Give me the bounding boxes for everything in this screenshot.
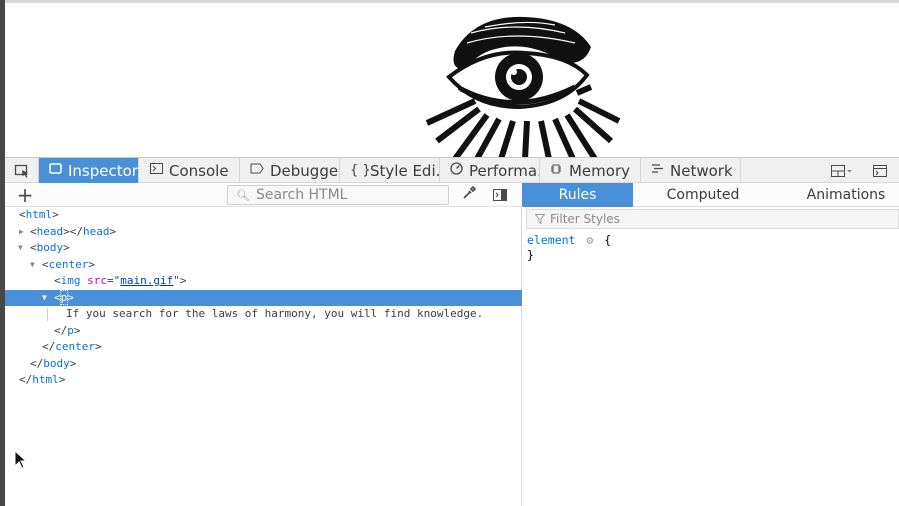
expand-arrow-icon[interactable]: ▶ bbox=[19, 224, 24, 241]
tab-debugger[interactable]: Debugger bbox=[240, 158, 340, 183]
tag-name: img bbox=[60, 274, 81, 287]
node-p-selected[interactable]: ▼ <p> bbox=[5, 289, 522, 307]
node-text[interactable]: If you search for the laws of harmony, y… bbox=[5, 306, 522, 323]
filter-icon bbox=[535, 214, 545, 224]
plus-icon: + bbox=[16, 183, 34, 207]
tab-label: Memory bbox=[568, 161, 630, 180]
page-viewport bbox=[5, 3, 899, 157]
sidebar-tabs: Rules Computed Animations bbox=[522, 183, 899, 207]
inspector-box-icon bbox=[49, 163, 62, 178]
node-p-close[interactable]: </p> bbox=[5, 323, 522, 340]
tab-label: Network bbox=[670, 161, 733, 180]
tab-animations[interactable]: Animations bbox=[773, 183, 899, 207]
tab-label: Debugger bbox=[270, 161, 340, 180]
filter-placeholder: Filter Styles bbox=[550, 212, 620, 226]
filter-styles-input[interactable]: Filter Styles bbox=[526, 209, 899, 229]
tab-computed[interactable]: Computed bbox=[633, 183, 773, 207]
braces-icon: { } bbox=[350, 163, 371, 178]
tag-name: p bbox=[67, 323, 74, 337]
node-img[interactable]: <img src="main.gif"> bbox=[5, 273, 522, 290]
rule-open-brace: { bbox=[604, 233, 612, 247]
layout-icon bbox=[831, 164, 852, 177]
tab-console[interactable]: Console bbox=[139, 158, 240, 183]
node-center-close[interactable]: </center> bbox=[5, 339, 522, 356]
toggle-sidebar-button[interactable] bbox=[493, 186, 511, 204]
collapse-arrow-icon[interactable]: ▼ bbox=[42, 290, 47, 307]
collapse-arrow-icon[interactable]: ▼ bbox=[30, 257, 35, 274]
mouse-cursor-icon bbox=[14, 450, 28, 469]
search-icon: 🔍︎ bbox=[236, 188, 250, 202]
tag-name: center bbox=[48, 257, 89, 271]
debugger-icon bbox=[250, 163, 264, 178]
tab-memory[interactable]: Memory bbox=[540, 158, 641, 183]
node-html[interactable]: <html> bbox=[5, 207, 522, 224]
all-seeing-eye-image bbox=[425, 16, 621, 157]
dock-options-button[interactable] bbox=[823, 158, 861, 183]
performance-gauge-icon bbox=[450, 162, 463, 179]
markup-panel: + 🔍︎ Search HTML <html> ▶ <head></head> … bbox=[5, 183, 522, 506]
memory-chip-icon bbox=[550, 163, 563, 179]
node-body[interactable]: ▼ <body> bbox=[5, 240, 522, 257]
gear-icon[interactable]: ⚙ bbox=[586, 233, 593, 247]
tab-inspector[interactable]: Inspector bbox=[39, 158, 139, 183]
tab-style-editor[interactable]: { } Style Edi... bbox=[340, 158, 440, 183]
tab-rules[interactable]: Rules bbox=[522, 183, 633, 207]
collapse-arrow-icon[interactable]: ▼ bbox=[18, 240, 23, 257]
indent-guide bbox=[47, 308, 48, 321]
tag-name: head bbox=[83, 224, 110, 238]
split-console-button[interactable] bbox=[861, 158, 899, 183]
node-body-close[interactable]: </body> bbox=[5, 356, 522, 373]
rule-selector: element bbox=[527, 233, 576, 247]
tag-name: center bbox=[55, 340, 95, 353]
devtools-toolbar: Inspector Console Debugger { } Style Edi… bbox=[5, 157, 899, 183]
node-html-close[interactable]: </html> bbox=[5, 372, 522, 389]
console-icon bbox=[149, 163, 163, 178]
tab-label: Style Edi... bbox=[370, 161, 440, 180]
tag-name: html bbox=[25, 208, 53, 221]
tab-performance[interactable]: Performa... bbox=[440, 158, 540, 183]
markup-toolbar: + 🔍︎ Search HTML bbox=[5, 183, 522, 207]
tab-network[interactable]: Network bbox=[641, 158, 741, 183]
add-node-button[interactable]: + bbox=[15, 184, 35, 206]
sidebar-toggle-icon bbox=[493, 189, 507, 201]
node-head[interactable]: ▶ <head></head> bbox=[5, 224, 522, 241]
node-center[interactable]: ▼ <center> bbox=[5, 257, 522, 274]
tab-label: Performa... bbox=[469, 161, 539, 180]
tag-name: body bbox=[36, 241, 64, 254]
markup-tree: <html> ▶ <head></head> ▼ <body> ▼ <cente… bbox=[5, 207, 522, 389]
rule-close-brace: } bbox=[527, 248, 534, 262]
element-rule: element ⚙ { } bbox=[527, 233, 611, 263]
element-picker-button[interactable] bbox=[5, 158, 39, 183]
element-picker-icon bbox=[14, 164, 28, 178]
search-placeholder: Search HTML bbox=[255, 187, 348, 203]
eyedropper-button[interactable] bbox=[460, 185, 478, 204]
attribute-name: src bbox=[87, 274, 107, 287]
network-icon bbox=[651, 163, 664, 178]
search-html-input[interactable]: 🔍︎ Search HTML bbox=[227, 185, 449, 205]
toolbar-right-tools bbox=[823, 158, 899, 183]
eyedropper-icon bbox=[463, 185, 477, 199]
devtools-panel: Inspector Console Debugger { } Style Edi… bbox=[5, 157, 899, 506]
attribute-value-link[interactable]: main.gif bbox=[120, 274, 173, 287]
tag-name: html bbox=[32, 373, 59, 386]
tab-label: Console bbox=[169, 161, 229, 180]
text-node-content: If you search for the laws of harmony, y… bbox=[66, 307, 484, 320]
rules-sidebar: Rules Computed Animations Filter Styles … bbox=[522, 183, 899, 506]
tag-name: body bbox=[43, 356, 70, 370]
tab-label: Inspector bbox=[68, 161, 138, 180]
tag-name: head bbox=[36, 224, 64, 238]
split-console-icon bbox=[873, 164, 887, 177]
